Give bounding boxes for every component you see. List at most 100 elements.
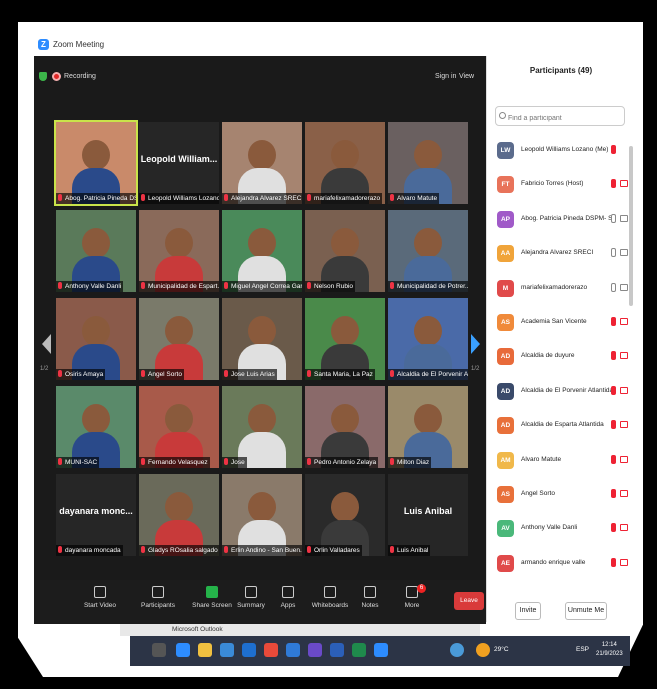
participants-title: Participants (49) xyxy=(529,66,593,75)
video-tile[interactable]: Alejandra Alvarez SRECI xyxy=(222,122,302,204)
video-tile[interactable]: Jose Luis Arias xyxy=(222,298,302,380)
video-tile[interactable]: Nelson Rubio xyxy=(305,210,385,292)
participant-row[interactable]: AD Alcaldia de El Porvenir Atlantida xyxy=(495,377,629,407)
summary-button[interactable]: Summary xyxy=(231,584,271,609)
next-page-arrow-icon[interactable] xyxy=(471,334,480,354)
video-tile[interactable]: Alcaldia de El Porvenir A... xyxy=(388,298,468,380)
video-tile[interactable]: Fernando Velasquez xyxy=(139,386,219,468)
participants-panel: Participants (49) LW Leopold Williams Loz… xyxy=(486,56,634,622)
participant-row[interactable]: AM Alvaro Matute xyxy=(495,446,629,476)
apps-button[interactable]: Apps xyxy=(268,584,308,609)
prev-page-arrow-icon[interactable] xyxy=(42,334,51,354)
edge-icon[interactable] xyxy=(176,643,190,657)
participant-row[interactable]: AA Alejandra Alvarez SRECI xyxy=(495,239,629,269)
camera-off-icon xyxy=(620,490,628,497)
participant-name: mariafelixamadorerazo xyxy=(521,283,588,291)
video-tile[interactable]: Angel Sorto xyxy=(139,298,219,380)
leave-button[interactable]: Leave xyxy=(454,592,484,610)
file-explorer-icon[interactable] xyxy=(198,643,212,657)
mic-muted-icon xyxy=(141,194,145,201)
video-tile[interactable]: Abog. Patricia Pineda DSP... xyxy=(54,120,138,206)
shield-icon[interactable] xyxy=(39,72,47,81)
word-icon[interactable] xyxy=(330,643,344,657)
outlook-taskbar-preview[interactable]: Microsoft Outlook xyxy=(120,624,480,636)
video-tile[interactable]: Luis Anibal Luis Anibal xyxy=(388,474,468,556)
participant-name: Anthony Valle Danli xyxy=(521,524,578,532)
camera-off-icon xyxy=(620,455,628,463)
video-tile[interactable]: Miguel Angel Correa Gar... xyxy=(222,210,302,292)
participant-row[interactable]: AS Academia San Vicente xyxy=(495,308,629,338)
video-tile[interactable]: MUNI-SAC xyxy=(56,386,136,468)
tile-name-label: Municipalidad de Espart... xyxy=(139,281,219,292)
video-tile[interactable]: Pedro Antonio Zelaya xyxy=(305,386,385,468)
camera-off-icon xyxy=(620,558,628,566)
participant-row[interactable]: AS Angel Sorto xyxy=(495,480,629,510)
video-tile[interactable]: Santa Maria, La Paz xyxy=(305,298,385,380)
store-icon[interactable] xyxy=(220,643,234,657)
mail-icon[interactable] xyxy=(242,643,256,657)
participant-search-input[interactable] xyxy=(495,106,625,126)
more-button[interactable]: 6 More xyxy=(392,584,432,609)
chrome-icon[interactable] xyxy=(264,643,278,657)
clock[interactable]: 12:14 21/9/2023 xyxy=(596,641,623,659)
video-tile[interactable]: Anthony Valle Danli xyxy=(56,210,136,292)
participants-icon xyxy=(152,586,164,598)
record-icon[interactable] xyxy=(52,72,61,81)
mic-muted-icon xyxy=(611,145,616,154)
video-tile[interactable]: dayanara monc... dayanara moncada xyxy=(56,474,136,556)
whiteboards-button[interactable]: Whiteboards xyxy=(310,584,350,609)
participant-row[interactable]: AD Alcaldia de duyure xyxy=(495,342,629,372)
participant-row[interactable]: FT Fabricio Torres (Host) xyxy=(495,170,629,200)
participant-row[interactable]: AP Abog. Patricia Pineda DSPM- S... xyxy=(495,205,629,235)
screenshot-frame: Z Zoom Meeting Recording Sign in View 1/… xyxy=(0,0,657,689)
summary-icon xyxy=(245,586,257,598)
mic-muted-icon xyxy=(141,458,145,465)
notes-icon xyxy=(364,586,376,598)
participant-row[interactable]: AV Anthony Valle Danli xyxy=(495,514,629,544)
widgets-icon[interactable] xyxy=(450,643,464,657)
person-head xyxy=(331,404,359,434)
sign-in-link[interactable]: Sign in xyxy=(435,73,456,80)
video-tile[interactable]: Alvaro Matute xyxy=(388,122,468,204)
video-tile[interactable]: Orlin Valladares xyxy=(305,474,385,556)
video-tile[interactable]: Milton Diaz xyxy=(388,386,468,468)
video-tile[interactable]: Jose xyxy=(222,386,302,468)
participant-name: Angel Sorto xyxy=(521,490,555,497)
video-tile[interactable]: mariafelixamadorerazo xyxy=(305,122,385,204)
notes-button[interactable]: Notes xyxy=(350,584,390,609)
participant-row[interactable]: LW Leopold Williams Lozano (Me) xyxy=(495,136,629,166)
mic-muted-icon xyxy=(141,370,145,377)
avatar: M xyxy=(497,279,514,297)
avatar: LW xyxy=(497,142,514,159)
participant-row[interactable]: AD Alcaldia de Esparta Atlantida xyxy=(495,411,629,441)
video-tile[interactable]: Municipalidad de Potrer... xyxy=(388,210,468,292)
unmute-me-button[interactable]: Unmute Me xyxy=(565,602,607,620)
video-tile[interactable]: Leopold William... Leopold Williams Lozan… xyxy=(139,122,219,204)
video-tile[interactable]: Municipalidad de Espart... xyxy=(139,210,219,292)
excel-icon[interactable] xyxy=(352,643,366,657)
participants-button[interactable]: Participants xyxy=(138,584,178,609)
video-tile[interactable]: Osiris Amaya xyxy=(56,298,136,380)
participant-row[interactable]: Mmariafelixamadorerazo xyxy=(495,274,629,304)
mic-muted-icon xyxy=(611,351,616,361)
view-button[interactable]: View xyxy=(459,73,474,80)
start-video-button[interactable]: Start Video xyxy=(80,584,120,609)
mic-muted-icon xyxy=(307,370,311,377)
tile-name-label: Alcaldia de El Porvenir A... xyxy=(388,369,468,380)
teams-icon[interactable] xyxy=(308,643,322,657)
invite-button[interactable]: Invite xyxy=(515,602,541,620)
mic-icon xyxy=(611,282,616,292)
task-view-icon[interactable] xyxy=(152,643,166,657)
participant-list-scrollbar[interactable] xyxy=(629,146,633,306)
zoom-taskbar-icon[interactable] xyxy=(374,643,388,657)
outlook-icon[interactable] xyxy=(286,643,300,657)
video-tile[interactable]: Erlin Andino - San Buen... xyxy=(222,474,302,556)
tile-name-label: Gladys ROsalia salgado xyxy=(139,545,219,556)
video-tile[interactable]: Gladys ROsalia salgado xyxy=(139,474,219,556)
share-screen-button[interactable]: Share Screen xyxy=(192,584,232,609)
language-indicator[interactable]: ESP xyxy=(576,646,589,653)
person-head xyxy=(165,228,193,258)
person-head xyxy=(82,140,110,170)
recording-label: Recording xyxy=(64,73,96,80)
participant-row[interactable]: AE armando enrique valle xyxy=(495,549,629,579)
